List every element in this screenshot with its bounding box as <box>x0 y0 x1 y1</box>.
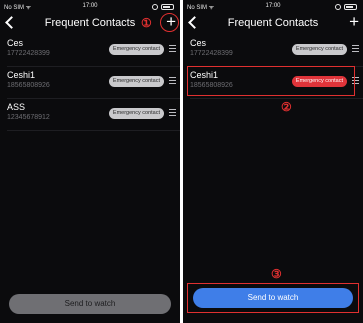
contact-phone: 17722428399 <box>190 50 233 57</box>
send-area: Send to watch <box>4 290 176 320</box>
contact-row[interactable]: Ceshi1 18565808926 Emergency contact <box>7 67 180 99</box>
camera-indicator-icon <box>152 4 158 10</box>
page-title: Frequent Contacts <box>44 17 136 29</box>
drag-handle-icon[interactable] <box>169 77 176 86</box>
battery-icon <box>161 4 174 10</box>
send-area: Send to watch <box>187 283 359 313</box>
send-to-watch-button[interactable]: Send to watch <box>9 294 171 314</box>
clock: 17:00 <box>265 3 281 9</box>
contact-phone: 17722428399 <box>7 50 50 57</box>
contact-name: ASS <box>7 102 26 112</box>
send-to-watch-button[interactable]: Send to watch <box>193 288 353 308</box>
contact-row[interactable]: ASS 12345678912 Emergency contact <box>7 99 180 131</box>
contact-phone: 18565808926 <box>7 82 50 89</box>
right-phone-screen: No SIM ᯤ 17:00 Frequent Contacts + Ces 1… <box>183 0 363 323</box>
nav-bar: Frequent Contacts + <box>183 12 363 34</box>
step-marker-1: ① <box>141 16 152 30</box>
add-contact-button[interactable]: + <box>166 12 176 32</box>
battery-icon <box>344 4 357 10</box>
nav-bar: Frequent Contacts ① + <box>0 12 180 34</box>
annotation-highlight-box <box>187 66 355 96</box>
contact-name: Ces <box>190 38 207 48</box>
add-contact-button[interactable]: + <box>349 12 359 32</box>
left-phone-screen: No SIM ᯤ 17:00 Frequent Contacts ① + Ces… <box>0 0 180 323</box>
drag-handle-icon[interactable] <box>169 109 176 118</box>
status-bar: No SIM ᯤ 17:00 <box>187 3 359 13</box>
contact-name: Ces <box>7 38 24 48</box>
contact-row[interactable]: Ces 17722428399 Emergency contact <box>190 35 363 67</box>
emergency-contact-toggle[interactable]: Emergency contact <box>108 108 164 119</box>
emergency-contact-toggle[interactable]: Emergency contact <box>108 76 164 87</box>
page-title: Frequent Contacts <box>227 17 319 29</box>
contact-phone: 12345678912 <box>7 114 50 121</box>
emergency-contact-toggle[interactable]: Emergency contact <box>108 44 164 55</box>
status-bar: No SIM ᯤ 17:00 <box>4 3 176 13</box>
clock: 17:00 <box>82 3 98 9</box>
step-marker-3: ③ <box>271 267 282 281</box>
camera-indicator-icon <box>335 4 341 10</box>
contact-name: Ceshi1 <box>7 70 36 80</box>
contact-list: Ces 17722428399 Emergency contact Ceshi1… <box>0 35 180 131</box>
emergency-contact-toggle[interactable]: Emergency contact <box>291 44 347 55</box>
contact-row[interactable]: Ces 17722428399 Emergency contact <box>7 35 180 67</box>
step-marker-2: ② <box>281 100 292 114</box>
drag-handle-icon[interactable] <box>352 45 359 54</box>
drag-handle-icon[interactable] <box>169 45 176 54</box>
